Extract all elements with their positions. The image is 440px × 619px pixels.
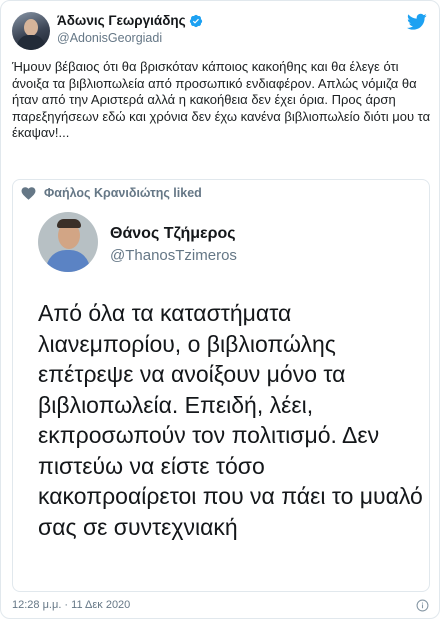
liked-by-row: Φαήλος Κρανιδιώτης liked: [21, 186, 202, 200]
author-avatar[interactable]: [12, 12, 50, 50]
verified-badge-icon: [189, 14, 202, 27]
tweet-text: Ήμουν βέβαιος ότι θα βρισκόταν κάποιος κ…: [12, 59, 431, 140]
liked-by-label: Φαήλος Κρανιδιώτης liked: [44, 186, 202, 200]
info-icon[interactable]: [416, 599, 429, 612]
heart-icon: [21, 186, 36, 200]
tweet-header: Άδωνις Γεωργιάδης @AdonisGeorgiadi: [12, 11, 429, 51]
twitter-bird-icon[interactable]: [407, 13, 427, 31]
quoted-handle: @ThanosTzimeros: [110, 247, 237, 264]
author-handle[interactable]: @AdonisGeorgiadi: [57, 31, 162, 45]
author-display-name[interactable]: Άδωνις Γεωργιάδης: [57, 13, 186, 28]
quoted-tweet-text: Από όλα τα καταστήματα λιανεμπορίου, ο β…: [38, 300, 423, 540]
quoted-display-name: Θάνος Τζήμερος: [110, 225, 236, 242]
quoted-tweet-screenshot[interactable]: Φαήλος Κρανιδιώτης liked Θάνος Τζήμερος …: [12, 179, 430, 592]
author-name-row[interactable]: Άδωνις Γεωργιάδης: [57, 13, 203, 28]
tweet-timestamp[interactable]: 12:28 μ.μ. · 11 Δεκ 2020: [12, 599, 130, 611]
tweet-card: Άδωνις Γεωργιάδης @AdonisGeorgiadi Ήμουν…: [0, 0, 440, 619]
quoted-author-avatar: [38, 212, 98, 272]
